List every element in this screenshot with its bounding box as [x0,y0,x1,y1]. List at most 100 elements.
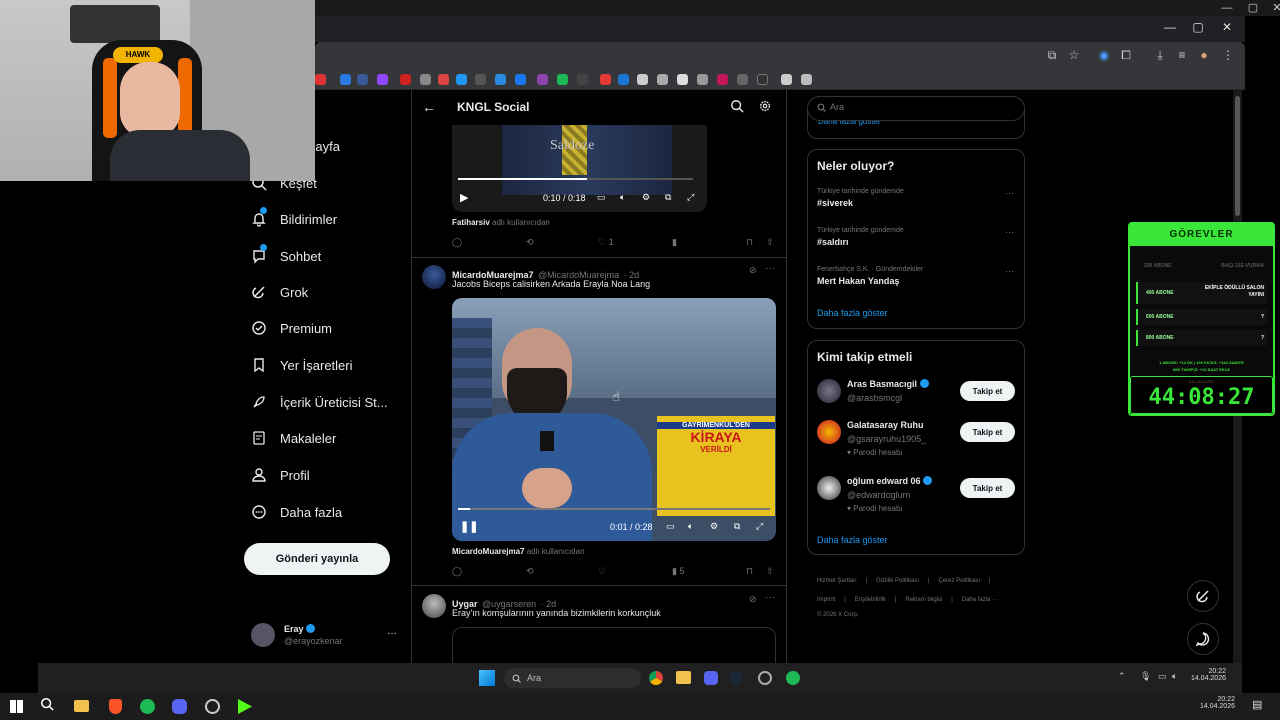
search-icon[interactable] [730,99,744,118]
bookmark-icon-3[interactable] [357,74,368,85]
bookmark-star-icon[interactable]: ☆ [1065,48,1083,62]
account-switcher[interactable]: Eray @erayozkenar ··· [250,620,400,652]
tray-volume-icon[interactable]: 🔈︎ [1172,671,1177,682]
bookmark-icon-23[interactable] [757,74,768,85]
bookmark-icon-24[interactable] [781,74,792,85]
settings-icon[interactable]: ⚙ [710,521,718,532]
windows-start-icon[interactable] [479,670,495,686]
follow-button[interactable]: Takip et [960,478,1015,498]
back-arrow-icon[interactable]: ← [422,99,436,115]
trend-item[interactable]: Türkiye tarihinde gündemde #saldırı ··· [817,227,1017,247]
more-icon[interactable]: ··· [1005,266,1014,276]
avatar[interactable] [817,379,841,403]
follow-button[interactable]: Takip et [960,422,1015,442]
windows-start-icon[interactable] [10,700,23,713]
sidebar-item-profile[interactable]: Profil [250,463,310,487]
sidebar-item-more[interactable]: Daha fazla [250,500,342,524]
views-icon[interactable]: ▮ [672,237,677,248]
minimize-icon[interactable]: — [1214,0,1240,16]
maximize-icon[interactable]: ▢ [1240,0,1266,16]
follow-name[interactable]: Galatasaray Ruhu [847,420,924,430]
menu-kebab-icon[interactable]: ⋮ [1219,48,1237,62]
kick-icon[interactable] [238,699,252,714]
settings-icon[interactable]: ⚙ [642,192,650,203]
spotify-icon[interactable] [140,699,155,714]
sidebar-item-articles[interactable]: Makaleler [250,426,336,450]
sidebar-item-chat[interactable]: Sohbet [250,244,321,268]
more-icon[interactable]: ··· [1005,188,1014,198]
follow-button[interactable]: Takip et [960,381,1015,401]
bookmark-icon-7[interactable] [438,74,449,85]
retweet-icon[interactable]: ⟲ [526,237,534,248]
fullscreen-icon[interactable]: ⤢ [687,192,694,203]
avatar[interactable] [422,594,446,618]
bookmark-icon-19[interactable] [677,74,688,85]
bookmark-icon-12[interactable] [537,74,548,85]
browser-maximize-icon[interactable]: ▢ [1185,20,1211,34]
notification-center-icon[interactable]: ▤ [1252,698,1262,711]
spotify-icon[interactable] [786,671,800,685]
progress-track[interactable] [458,178,693,180]
reply-icon[interactable]: ◯ [452,566,462,577]
bookmark-icon-16[interactable] [618,74,629,85]
bookmark-icon-5[interactable] [400,74,411,85]
messages-fab[interactable] [1187,623,1219,655]
bookmark-icon-10[interactable] [495,74,506,85]
retweet-icon[interactable]: ⟲ [526,566,534,577]
browser-close-icon[interactable]: ✕ [1214,20,1240,34]
steam-icon[interactable] [729,671,743,685]
more-icon[interactable]: ··· [765,263,775,274]
show-more-link[interactable]: Daha fazla göster [817,535,888,545]
avatar[interactable] [422,265,446,289]
extension-icon[interactable]: ◉ [1095,48,1113,62]
like-icon[interactable]: ♡ [598,566,606,577]
browser-minimize-icon[interactable]: — [1157,20,1183,34]
grok-fab[interactable] [1187,580,1219,612]
footer-link[interactable]: Hizmet Şartları [817,578,857,584]
tray-clock[interactable]: 20:22 14.04.2026 [1188,668,1226,682]
extensions-icon[interactable]: ⧠ [1117,48,1135,63]
footer-link[interactable]: Gizlilik Politikası [876,578,919,584]
bookmark-icon-1[interactable] [315,74,326,85]
footer-link[interactable]: Reklam bilgisi [905,597,942,603]
grok-icon[interactable]: ⊘ [749,265,757,276]
follow-name[interactable]: Aras Basmacıgil [847,379,917,389]
tray-mic-icon[interactable]: 🎙︎ [1140,671,1151,682]
pip-icon[interactable]: ⧉ [665,192,671,203]
avatar[interactable] [817,476,841,500]
views-icon[interactable]: ▮ 5 [672,566,684,577]
search-input[interactable]: Ara [817,102,844,112]
more-icon[interactable]: ··· [765,592,775,603]
pause-icon[interactable]: ❚❚ [460,520,478,533]
bookmark-icon-21[interactable] [717,74,728,85]
post-button[interactable]: Gönderi yayınla [244,543,390,575]
fullscreen-icon[interactable]: ⤢ [756,521,763,532]
show-more-link[interactable]: Daha fazla göster [817,308,888,318]
bookmark-icon-18[interactable] [657,74,668,85]
bookmark-icon-17[interactable] [637,74,648,85]
share-icon[interactable]: ⇧ [766,566,774,577]
file-explorer-icon[interactable] [676,671,691,684]
trend-item[interactable]: Fenerbahçe S.K. · Gündemdekiler Mert Hak… [817,266,1017,286]
media-preview[interactable] [452,627,776,663]
bookmark-icon-2[interactable] [340,74,351,85]
bookmark-icon-4[interactable] [377,74,388,85]
like-icon[interactable]: ♡ 1 [598,237,614,248]
follow-name[interactable]: oğlum edward 06 [847,476,921,486]
install-icon[interactable]: ⧉ [1043,48,1061,63]
footer-link[interactable]: Erişilebilirlik [855,597,886,603]
sidebar-item-bookmarks[interactable]: Yer İşaretleri [250,353,353,377]
gear-icon[interactable] [758,99,772,118]
tray-chevron-icon[interactable]: ⌃ [1118,671,1126,682]
more-icon[interactable]: ··· [1005,227,1014,237]
pip-icon[interactable]: ⧉ [734,521,740,532]
footer-link[interactable]: Imprint [817,597,835,603]
grok-icon[interactable]: ⊘ [749,594,757,605]
progress-track[interactable] [458,508,770,510]
download-icon[interactable]: ⤓ [1151,48,1169,63]
chrome-icon[interactable] [649,671,663,685]
bookmark-icon-9[interactable] [475,74,486,85]
volume-icon[interactable]: 🔈︎ [688,521,693,532]
scrollbar-thumb[interactable] [1235,96,1240,216]
bookmark-icon-20[interactable] [697,74,708,85]
